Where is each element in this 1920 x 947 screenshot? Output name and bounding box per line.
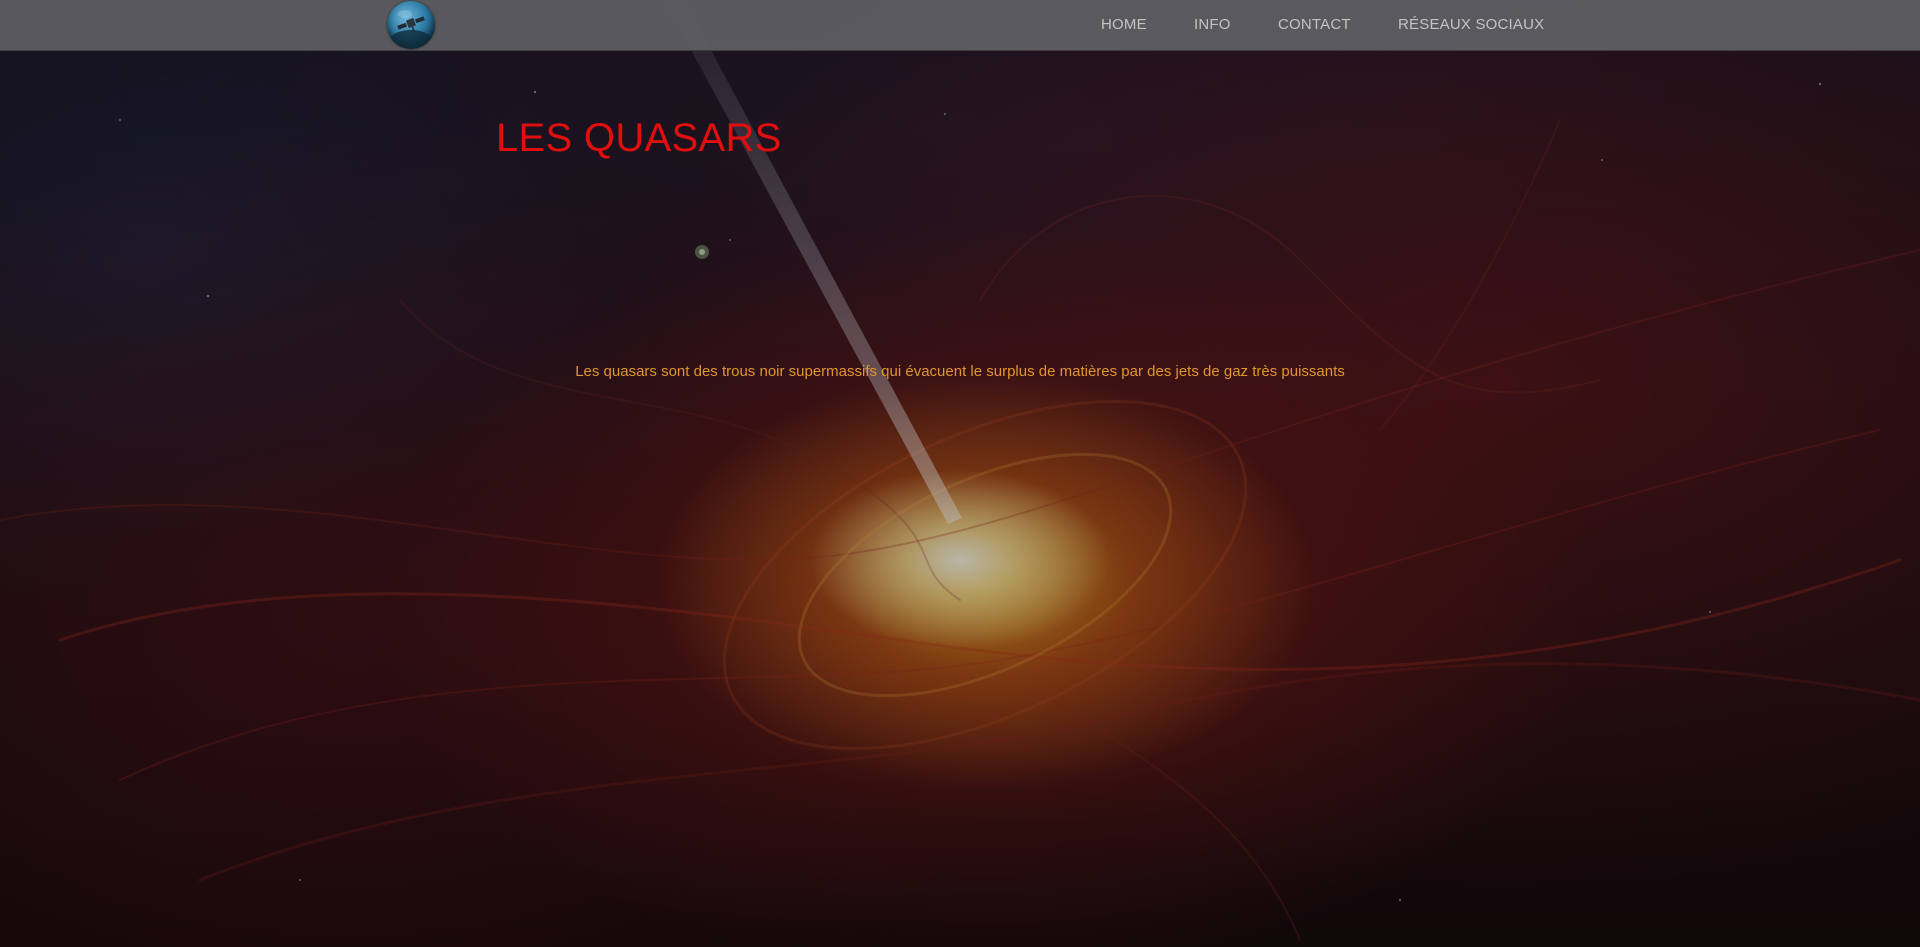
page-title: LES QUASARS: [496, 116, 782, 160]
page-description: Les quasars sont des trous noir supermas…: [575, 363, 1345, 380]
nav-link-social-networks[interactable]: RÉSEAUX SOCIAUX: [1398, 16, 1544, 33]
nav-link-info[interactable]: INFO: [1194, 16, 1231, 33]
top-navbar: HOME INFO CONTACT RÉSEAUX SOCIAUX: [0, 0, 1920, 51]
page: HOME INFO CONTACT RÉSEAUX SOCIAUX LES QU…: [0, 0, 1920, 947]
background-dim-overlay: [0, 0, 1920, 947]
nav-menu: HOME INFO CONTACT RÉSEAUX SOCIAUX: [0, 0, 1920, 50]
nav-link-contact[interactable]: CONTACT: [1278, 16, 1351, 33]
nav-link-home[interactable]: HOME: [1101, 16, 1147, 33]
